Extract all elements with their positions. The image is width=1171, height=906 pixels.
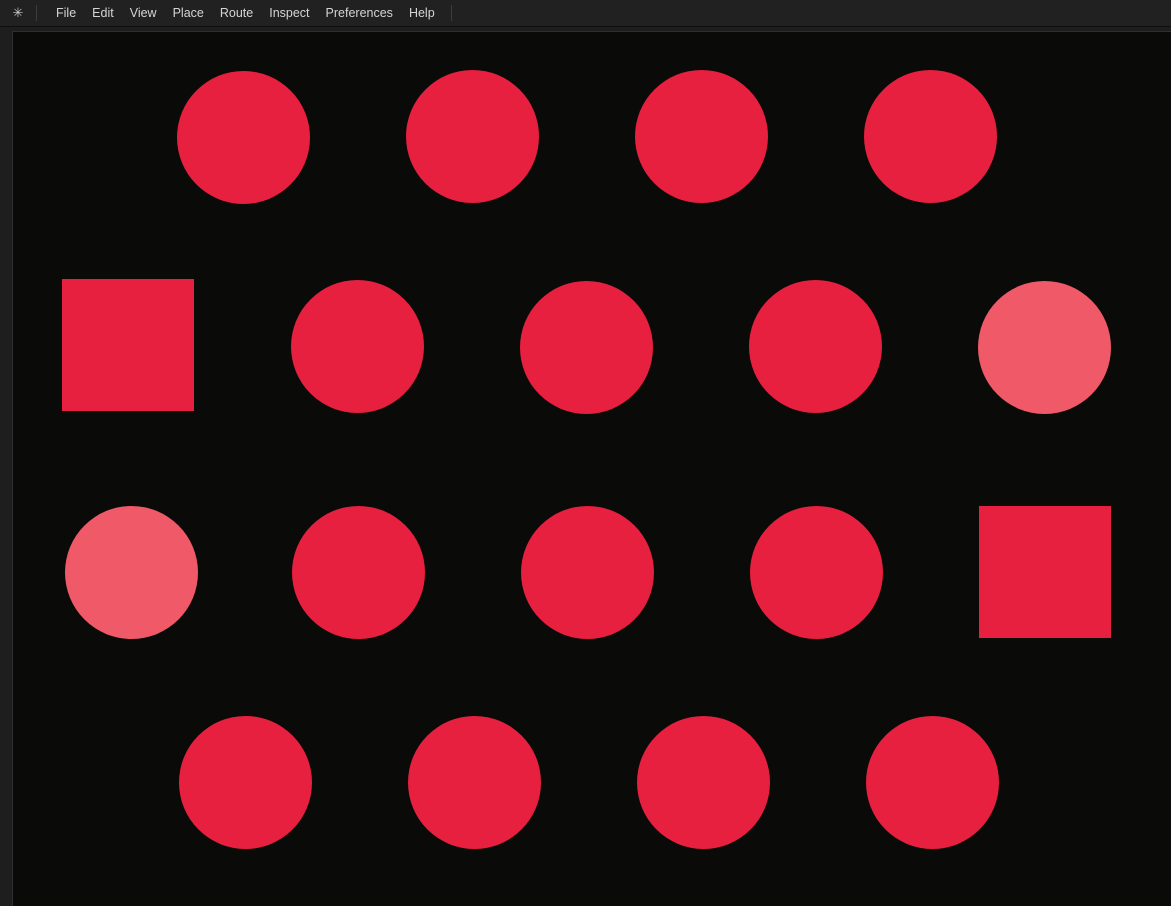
- menubar-separator: [451, 5, 452, 21]
- pad-circle[interactable]: [179, 716, 312, 849]
- pad-circle[interactable]: [635, 70, 768, 203]
- pad-circle[interactable]: [864, 70, 997, 203]
- menu-item-edit[interactable]: Edit: [84, 0, 122, 26]
- pad-circle[interactable]: [637, 716, 770, 849]
- pad-circle[interactable]: [177, 71, 310, 204]
- menu-item-preferences[interactable]: Preferences: [318, 0, 401, 26]
- workspace: [0, 27, 1171, 906]
- menubar-separator: [36, 5, 37, 21]
- pad-circle[interactable]: [406, 70, 539, 203]
- menu-item-route[interactable]: Route: [212, 0, 261, 26]
- pcb-canvas[interactable]: [12, 31, 1171, 906]
- menubar: ✳ FileEditViewPlaceRouteInspectPreferenc…: [0, 0, 1171, 27]
- pad-circle-highlighted[interactable]: [978, 281, 1111, 414]
- pad-circle-highlighted[interactable]: [65, 506, 198, 639]
- app-icon: ✳: [8, 0, 28, 26]
- menu-item-file[interactable]: File: [48, 0, 84, 26]
- menu-item-help[interactable]: Help: [401, 0, 443, 26]
- menu-item-inspect[interactable]: Inspect: [261, 0, 317, 26]
- pad-square[interactable]: [62, 279, 194, 411]
- pad-circle[interactable]: [750, 506, 883, 639]
- pad-circle[interactable]: [749, 280, 882, 413]
- menu: FileEditViewPlaceRouteInspectPreferences…: [48, 0, 443, 26]
- pad-square[interactable]: [979, 506, 1111, 638]
- pad-circle[interactable]: [866, 716, 999, 849]
- pad-circle[interactable]: [521, 506, 654, 639]
- pad-circle[interactable]: [520, 281, 653, 414]
- menu-item-view[interactable]: View: [122, 0, 165, 26]
- pad-circle[interactable]: [292, 506, 425, 639]
- menu-item-place[interactable]: Place: [165, 0, 212, 26]
- pad-circle[interactable]: [408, 716, 541, 849]
- pad-circle[interactable]: [291, 280, 424, 413]
